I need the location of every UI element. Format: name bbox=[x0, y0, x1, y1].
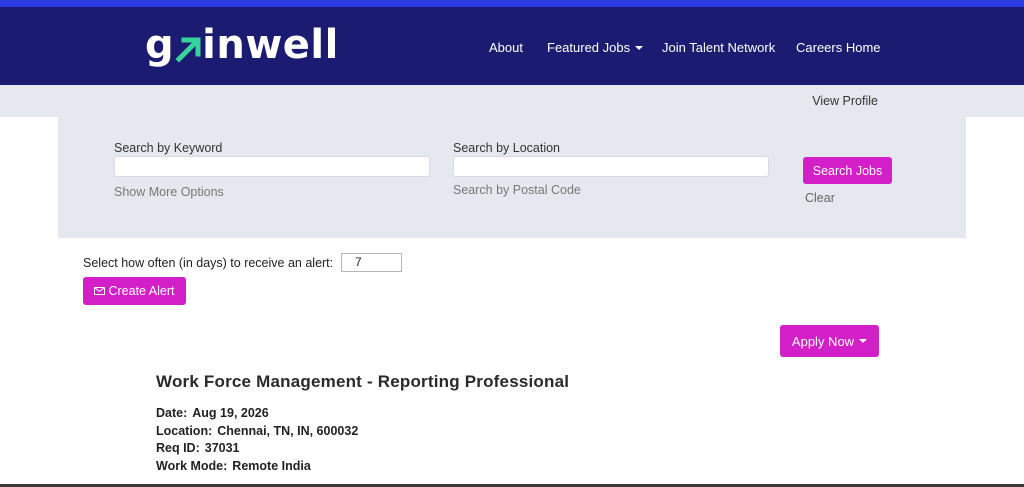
job-date-row: Date: Aug 19, 2026 bbox=[156, 406, 269, 420]
alert-days-input[interactable]: 7 bbox=[341, 253, 402, 272]
gainwell-logo[interactable]: g inwell bbox=[145, 21, 339, 69]
site-header: g inwell About Featured Jobs Join Talent… bbox=[0, 7, 1024, 85]
alert-frequency-label: Select how often (in days) to receive an… bbox=[83, 256, 334, 270]
view-profile-link[interactable]: View Profile bbox=[812, 94, 878, 108]
clear-link[interactable]: Clear bbox=[805, 191, 835, 205]
postal-code-link[interactable]: Search by Postal Code bbox=[453, 183, 581, 197]
logo-arrow-icon bbox=[175, 37, 201, 63]
caret-down-icon bbox=[859, 339, 868, 343]
apply-now-button[interactable]: Apply Now bbox=[780, 325, 879, 357]
top-accent-strip bbox=[0, 0, 1024, 7]
show-more-options-link[interactable]: Show More Options bbox=[114, 185, 224, 199]
nav-about[interactable]: About bbox=[489, 40, 523, 55]
keyword-search-input[interactable] bbox=[114, 156, 430, 177]
job-req-id-row: Req ID: 37031 bbox=[156, 441, 240, 455]
nav-featured-jobs[interactable]: Featured Jobs bbox=[547, 40, 644, 55]
job-work-mode-row: Work Mode: Remote India bbox=[156, 459, 311, 473]
search-jobs-button[interactable]: Search Jobs bbox=[803, 157, 892, 184]
location-search-input[interactable] bbox=[453, 156, 769, 177]
envelope-icon bbox=[94, 287, 106, 295]
job-location-row: Location: Chennai, TN, IN, 600032 bbox=[156, 424, 359, 438]
create-alert-button[interactable]: Create Alert bbox=[83, 277, 186, 305]
caret-down-icon bbox=[635, 45, 644, 50]
job-title: Work Force Management - Reporting Profes… bbox=[156, 372, 570, 391]
nav-join-talent-network[interactable]: Join Talent Network bbox=[662, 40, 775, 55]
keyword-label: Search by Keyword bbox=[114, 141, 223, 155]
location-label: Search by Location bbox=[453, 141, 561, 155]
nav-careers-home[interactable]: Careers Home bbox=[796, 40, 881, 55]
job-search-panel: Search by Keyword Show More Options Sear… bbox=[58, 117, 966, 238]
profile-bar: View Profile bbox=[0, 85, 1024, 117]
